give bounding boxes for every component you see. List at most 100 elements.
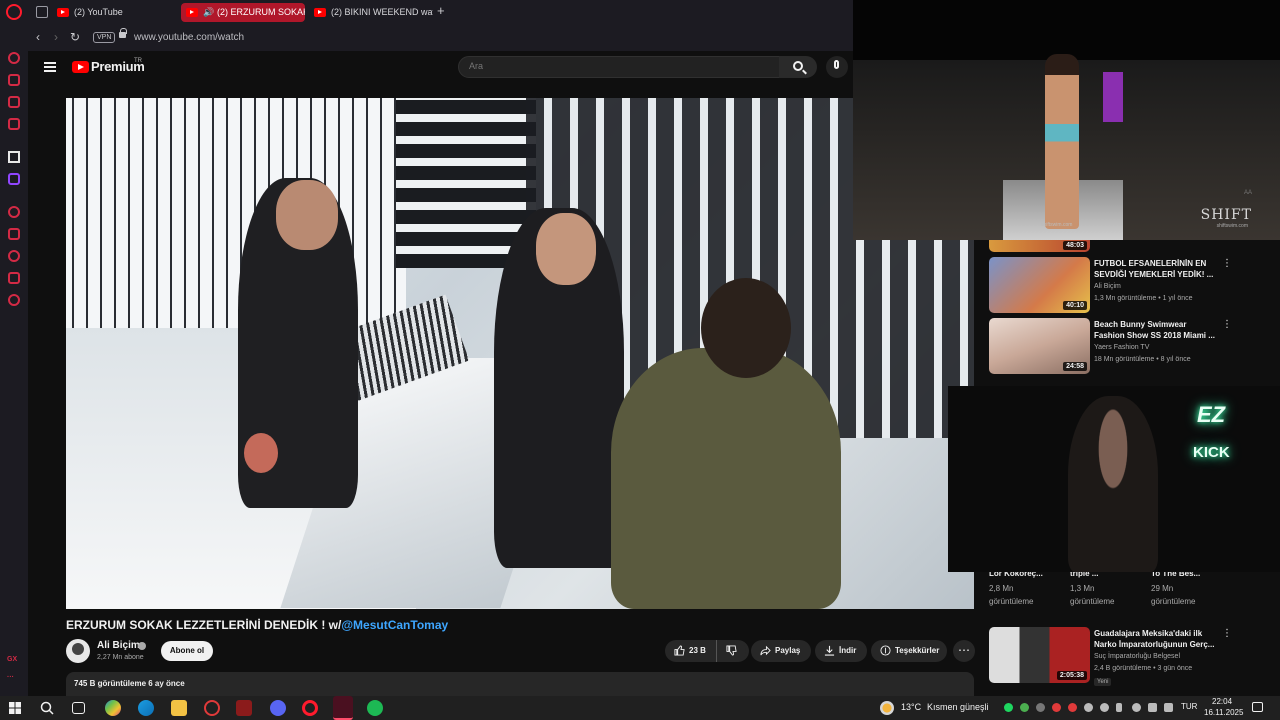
spotify-icon[interactable] (367, 700, 383, 716)
recommendation-channel[interactable]: Suç İmparatorluğu Belgesel (1094, 653, 1180, 660)
tray-app-icon[interactable] (1100, 703, 1109, 712)
url-field[interactable]: www.youtube.com/watch (134, 32, 244, 43)
youtube-favicon-icon (57, 8, 69, 17)
channel-name[interactable]: Ali Biçim (97, 640, 140, 651)
recommendation-thumbnail[interactable]: 40:10 (989, 257, 1090, 313)
verified-icon (138, 642, 146, 650)
vpn-badge[interactable]: VPN (93, 32, 116, 43)
tab-overview-icon[interactable] (36, 6, 48, 18)
recommendation-channel[interactable]: Yaers Fashion TV (1094, 344, 1149, 351)
video-duration: 2:05:38 (1056, 671, 1087, 680)
volume-icon[interactable] (1164, 703, 1173, 712)
purple-light (1103, 72, 1123, 122)
reload-button[interactable]: ↻ (70, 30, 80, 44)
subscriber-count: 2,27 Mn abone (97, 654, 144, 661)
sidebar-more-icon[interactable]: ··· (7, 674, 14, 681)
gx-control-icon[interactable]: GX (7, 656, 17, 663)
network-icon[interactable] (1148, 703, 1157, 712)
forward-button[interactable]: › (54, 30, 58, 44)
aria-icon[interactable] (8, 151, 20, 163)
thanks-button[interactable]: Teşekkürler (871, 640, 947, 662)
video-player[interactable] (66, 98, 974, 609)
tray-app-icon[interactable] (1052, 703, 1061, 712)
search-box (458, 56, 780, 78)
more-actions-button[interactable]: ⋯ (953, 640, 975, 662)
tray-spotify-icon[interactable] (1004, 703, 1013, 712)
menu-icon[interactable] (44, 62, 56, 72)
voice-search-button[interactable] (826, 56, 848, 78)
tray-app-icon[interactable] (1068, 703, 1077, 712)
dislike-button[interactable] (716, 640, 746, 662)
recommendation-title[interactable]: Beach Bunny Swimwear Fashion Show SS 201… (1094, 319, 1216, 341)
share-button[interactable]: Paylaş (751, 640, 811, 662)
back-button[interactable]: ‹ (36, 30, 40, 44)
twitch-icon[interactable] (8, 173, 20, 185)
share-icon (760, 645, 771, 656)
browser-tab-strip: (2) YouTube 🔊 (2) ERZURUM SOKAK (2) BIKI… (0, 0, 853, 24)
recommendation-menu-icon[interactable]: ⋮ (1222, 319, 1232, 330)
edge-icon[interactable] (138, 700, 154, 716)
speed-dial-icon[interactable] (8, 52, 20, 64)
tab-erzurum-video[interactable]: 🔊 (2) ERZURUM SOKAK (181, 3, 305, 22)
microphone-icon[interactable] (1116, 703, 1122, 712)
opera-gx-taskbar-icon[interactable] (204, 700, 220, 716)
app-icon[interactable] (236, 700, 252, 716)
subscribe-button[interactable]: Abone ol (161, 641, 213, 661)
tray-app-icon[interactable] (1084, 703, 1093, 712)
youtube-favicon-icon (186, 8, 198, 17)
recommendation-thumbnail[interactable]: 48:03 (989, 238, 1090, 252)
download-button[interactable]: İndir (815, 640, 867, 662)
search-button[interactable] (779, 56, 817, 78)
opera-gx-active-icon[interactable] (333, 696, 353, 720)
notifications-icon[interactable] (1252, 702, 1263, 712)
windows-start-icon[interactable] (9, 702, 21, 714)
task-view-icon[interactable] (72, 702, 85, 714)
tray-app-icon[interactable] (1020, 703, 1029, 712)
recommendation-menu-icon[interactable]: ⋮ (1222, 628, 1232, 639)
discord-icon[interactable] (270, 700, 286, 716)
extensions-icon[interactable] (8, 272, 20, 284)
weather-status[interactable]: Kısmen güneşli (927, 702, 989, 712)
copilot-icon[interactable] (105, 700, 121, 716)
tab-bikini-weekend[interactable]: (2) BIKINI WEEKEND watc (309, 3, 433, 22)
youtube-favicon-icon (314, 8, 326, 17)
recommendation-thumbnail[interactable]: 2:05:38 (989, 627, 1090, 683)
history-icon[interactable] (8, 250, 20, 262)
tab-youtube-home[interactable]: (2) YouTube (52, 3, 176, 22)
mention-link[interactable]: @MesutCanTomay (341, 618, 448, 632)
search-icon[interactable] (40, 701, 54, 715)
recommendation-title[interactable]: Guadalajara Meksika'daki ilk Narko İmpar… (1094, 628, 1216, 650)
shift-brand-logo: SHIFT (1200, 207, 1252, 223)
microphone-icon (834, 60, 839, 69)
clock-date[interactable]: 16.11.2025 (1204, 708, 1243, 717)
tab-label: (2) YouTube (74, 7, 123, 17)
channel-avatar[interactable] (66, 639, 90, 663)
bookmark-icon[interactable] (8, 228, 20, 240)
language-indicator[interactable]: TUR (1181, 702, 1197, 711)
recommendation-menu-icon[interactable]: ⋮ (1222, 258, 1232, 269)
address-bar: ‹ › ↻ VPN www.youtube.com/watch (28, 24, 853, 51)
new-tab-button[interactable]: + (437, 3, 445, 18)
opera-logo-icon[interactable] (6, 4, 22, 20)
tray-app-icon[interactable] (1036, 703, 1045, 712)
recommendation-thumbnail[interactable]: 24:58 (989, 318, 1090, 374)
player-icon[interactable] (8, 206, 20, 218)
recommendation-channel[interactable]: Ali Biçim (1094, 283, 1121, 290)
search-input[interactable] (469, 61, 769, 71)
grid-views: 1,3 Mn (1070, 584, 1095, 593)
news-icon[interactable] (8, 96, 20, 108)
settings-icon[interactable] (8, 294, 20, 306)
youtube-logo-icon[interactable] (72, 61, 89, 73)
recommendation-title[interactable]: FUTBOL EFSANELERİNİN EN SEVDİĞİ YEMEKLER… (1094, 258, 1216, 280)
file-explorer-icon[interactable] (171, 700, 187, 716)
bag-icon[interactable] (8, 74, 20, 86)
opera-taskbar-icon[interactable] (302, 700, 318, 716)
weather-icon[interactable] (880, 701, 894, 715)
temperature[interactable]: 13°C (901, 702, 921, 712)
clock-time[interactable]: 22:04 (1212, 697, 1232, 706)
lock-icon[interactable] (119, 28, 127, 38)
tray-app-icon[interactable] (1132, 703, 1141, 712)
speaker-icon[interactable]: 🔊 (203, 3, 214, 22)
mail-icon[interactable] (8, 118, 20, 130)
description-box[interactable]: 745 B görüntüleme 6 ay önce (66, 672, 974, 696)
